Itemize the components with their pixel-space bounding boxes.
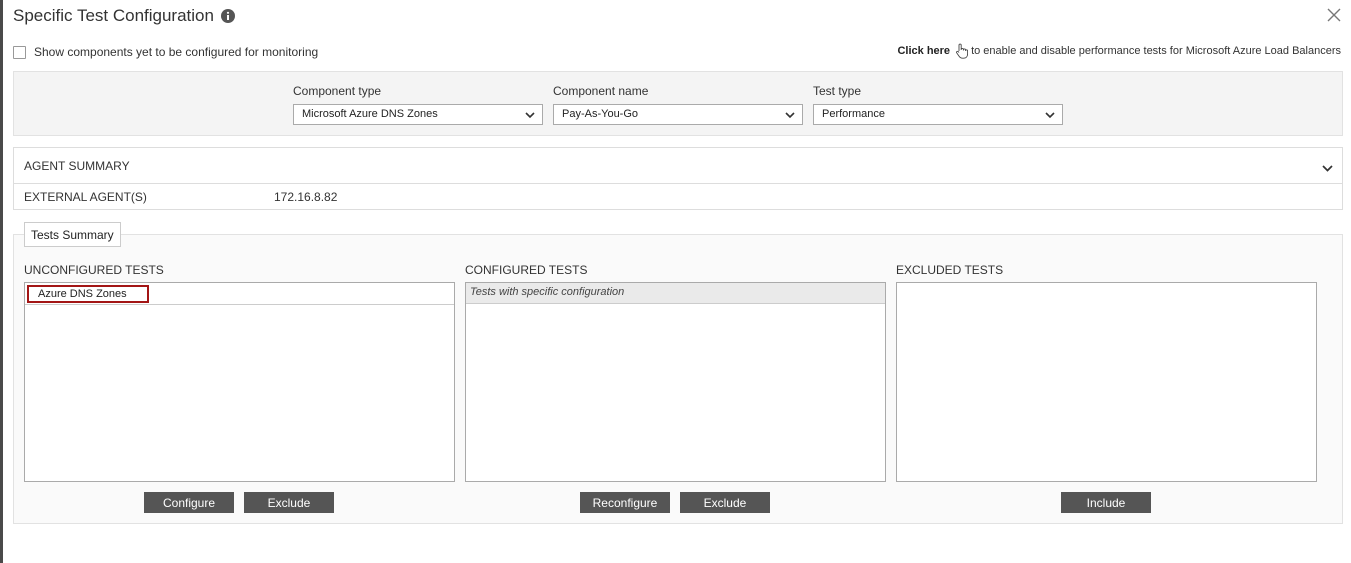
close-icon[interactable] xyxy=(1326,7,1342,23)
list-row-divider xyxy=(25,304,454,305)
show-unconfigured-label: Show components yet to be configured for… xyxy=(34,45,319,59)
show-unconfigured-checkbox[interactable] xyxy=(13,45,26,59)
component-type-value: Microsoft Azure DNS Zones xyxy=(302,108,438,120)
component-name-select[interactable]: Pay-As-You-Go xyxy=(553,104,803,125)
tests-summary-tab: Tests Summary xyxy=(24,222,121,247)
test-type-select[interactable]: Performance xyxy=(813,104,1063,125)
info-icon[interactable] xyxy=(220,9,235,23)
unconfigured-tests-list[interactable]: Azure DNS Zones xyxy=(24,282,455,482)
configure-button[interactable]: Configure xyxy=(144,492,234,513)
chevron-down-icon[interactable] xyxy=(1322,161,1333,175)
component-type-group: Component type Microsoft Azure DNS Zones xyxy=(293,84,543,125)
window-left-edge xyxy=(0,0,3,563)
component-name-group: Component name Pay-As-You-Go xyxy=(553,84,803,125)
excluded-tests-list[interactable] xyxy=(896,282,1317,482)
test-type-group: Test type Performance xyxy=(813,84,1063,125)
dialog-header: Specific Test Configuration xyxy=(13,5,235,27)
component-type-label: Component type xyxy=(293,84,382,98)
specific-configuration-group-header: Tests with specific configuration xyxy=(466,283,885,304)
hand-pointer-icon xyxy=(955,43,969,59)
external-agent-label: EXTERNAL AGENT(S) xyxy=(24,190,147,204)
configured-tests-list[interactable]: Tests with specific configuration xyxy=(465,282,886,482)
include-button[interactable]: Include xyxy=(1061,492,1151,513)
load-balancer-link-row: Click here to enable and disable perform… xyxy=(897,43,1341,59)
test-type-label: Test type xyxy=(813,84,862,98)
component-name-label: Component name xyxy=(553,84,649,98)
component-type-select[interactable]: Microsoft Azure DNS Zones xyxy=(293,104,543,125)
unconfigured-tests-label: UNCONFIGURED TESTS xyxy=(24,263,164,277)
filter-panel: Component type Microsoft Azure DNS Zones… xyxy=(13,71,1343,136)
chevron-down-icon xyxy=(1045,110,1055,122)
agent-summary-panel: AGENT SUMMARY EXTERNAL AGENT(S) 172.16.8… xyxy=(13,147,1343,210)
external-agent-value: 172.16.8.82 xyxy=(274,190,338,204)
excluded-tests-label: EXCLUDED TESTS xyxy=(896,263,1004,277)
dialog-title: Specific Test Configuration xyxy=(13,6,214,25)
click-here-link[interactable]: Click here xyxy=(897,45,950,57)
test-type-value: Performance xyxy=(822,108,885,120)
chevron-down-icon xyxy=(785,110,795,122)
component-name-value: Pay-As-You-Go xyxy=(562,108,639,120)
list-item[interactable]: Azure DNS Zones xyxy=(27,285,149,303)
reconfigure-button[interactable]: Reconfigure xyxy=(580,492,670,513)
external-agent-row: EXTERNAL AGENT(S) 172.16.8.82 xyxy=(14,184,1342,210)
exclude-unconfigured-button[interactable]: Exclude xyxy=(244,492,334,513)
exclude-configured-button[interactable]: Exclude xyxy=(680,492,770,513)
configured-tests-label: CONFIGURED TESTS xyxy=(465,263,588,277)
show-unconfigured-row: Show components yet to be configured for… xyxy=(13,45,318,59)
agent-summary-title: AGENT SUMMARY xyxy=(24,158,130,173)
chevron-down-icon xyxy=(525,110,535,122)
agent-summary-header[interactable]: AGENT SUMMARY xyxy=(14,148,1342,184)
click-here-suffix: to enable and disable performance tests … xyxy=(971,45,1341,57)
